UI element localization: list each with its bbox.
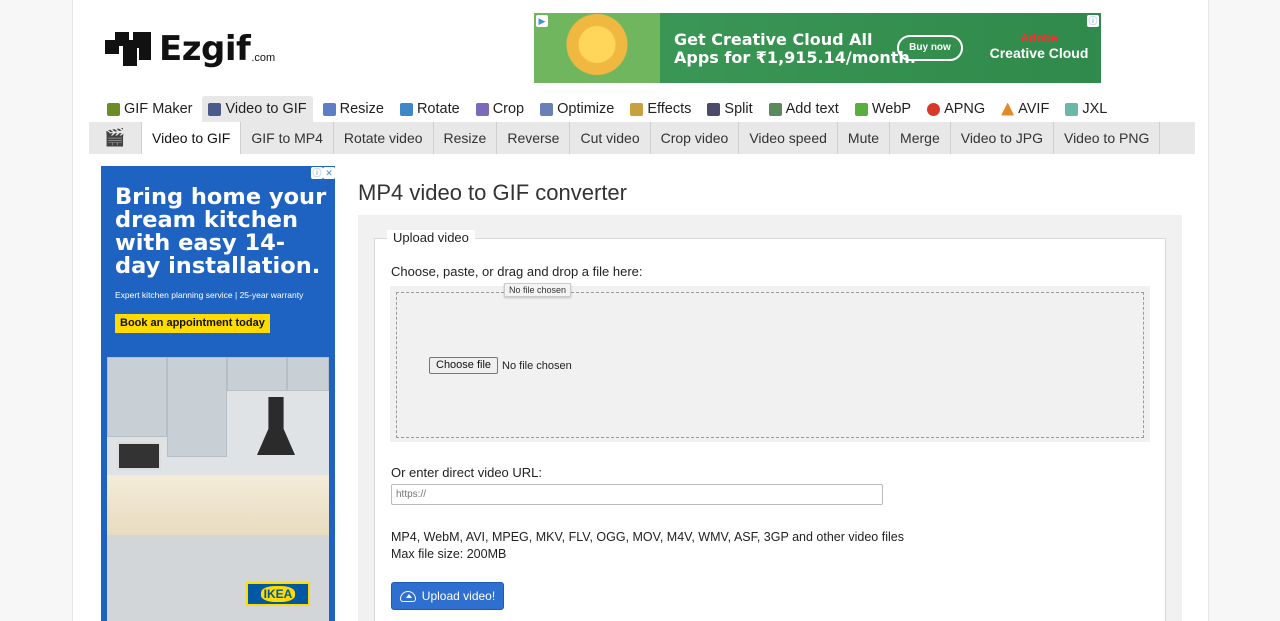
ad-headline-1: Get Creative Cloud All <box>674 30 873 49</box>
subnav-cut-video[interactable]: Cut video <box>570 122 651 154</box>
kitchen-image: IKEA <box>107 357 329 621</box>
choose-file-label: Choose, paste, or drag and drop a file h… <box>391 264 643 279</box>
effects-icon <box>630 102 644 116</box>
film-clapper-icon: 🎬 <box>104 128 126 147</box>
subnav-mute[interactable]: Mute <box>838 122 891 154</box>
crop-icon <box>475 102 489 116</box>
nav-label: Rotate <box>416 101 460 117</box>
nav-webp[interactable]: WebP <box>849 96 917 122</box>
file-input[interactable]: Choose file No file chosen <box>429 357 572 374</box>
file-tooltip: No file chosen <box>504 283 572 297</box>
ad-subtext: Expert kitchen planning service | 25-yea… <box>115 290 304 300</box>
ad-headline: Bring home your dream kitchen with easy … <box>115 184 327 279</box>
book-appointment-button[interactable]: Book an appointment today <box>115 314 270 333</box>
cloud-upload-icon <box>399 590 416 602</box>
nav-label: Effects <box>647 101 692 117</box>
nav-apng[interactable]: APNG <box>921 96 991 122</box>
nav-add-text[interactable]: Add text <box>763 96 845 122</box>
main-nav: GIF Maker Video to GIF Resize Rotate Cro… <box>101 96 1117 122</box>
rotate-icon <box>399 102 413 116</box>
jxl-icon <box>1065 102 1079 116</box>
dropzone[interactable]: Choose file No file chosen No file chose… <box>390 283 1150 442</box>
subnav-reverse[interactable]: Reverse <box>497 122 571 154</box>
choose-file-button[interactable]: Choose file <box>429 357 499 374</box>
supported-formats: MP4, WebM, AVI, MPEG, MKV, FLV, OGG, MOV… <box>391 529 904 563</box>
nav-label: WebP <box>871 101 912 117</box>
nav-effects[interactable]: Effects <box>624 96 697 122</box>
top-banner-ad[interactable]: ▶ ⓘ Get Creative Cloud All Apps for ₹1,9… <box>534 13 1101 83</box>
subnav-video-to-jpg[interactable]: Video to JPG <box>951 122 1054 154</box>
url-label: Or enter direct video URL: <box>391 465 543 480</box>
buy-now-button[interactable]: Buy now <box>897 35 963 61</box>
nav-jxl[interactable]: JXL <box>1059 96 1113 122</box>
logo-text: Ezgif <box>159 29 251 69</box>
nav-avif[interactable]: AVIF <box>995 96 1055 122</box>
subnav-merge[interactable]: Merge <box>890 122 951 154</box>
upload-fieldset: Upload video Choose, paste, or drag and … <box>374 230 1166 621</box>
side-banner-ad[interactable]: ⓘ ✕ Bring home your dream kitchen with e… <box>101 166 335 621</box>
nav-label: Crop <box>492 101 525 117</box>
nav-label: Add text <box>785 101 839 117</box>
nav-crop[interactable]: Crop <box>470 96 530 122</box>
ikea-logo: IKEA <box>246 582 310 606</box>
optimize-icon <box>540 102 554 116</box>
ad-choices-icon[interactable]: ▶ <box>536 15 548 27</box>
nav-label: Video to GIF <box>225 101 307 117</box>
upload-video-button[interactable]: Upload video! <box>391 582 504 610</box>
avif-icon <box>1001 102 1015 116</box>
file-status: No file chosen <box>502 359 572 372</box>
page: Ezgif .com ▶ ⓘ Get Creative Cloud All Ap… <box>72 0 1209 621</box>
video-url-input[interactable] <box>391 484 883 505</box>
ad-brand-bottom: Creative Cloud <box>989 45 1089 61</box>
nav-label: Split <box>724 101 753 117</box>
logo-suffix: .com <box>251 52 276 64</box>
apng-icon <box>927 102 941 116</box>
ad-headline-2: Apps for ₹1,915.14/month. <box>674 48 916 67</box>
subnav-crop-video[interactable]: Crop video <box>651 122 740 154</box>
video-to-gif-icon <box>208 102 222 116</box>
nav-split[interactable]: Split <box>701 96 758 122</box>
site-logo[interactable]: Ezgif .com <box>105 26 275 66</box>
split-icon <box>707 102 721 116</box>
nav-rotate[interactable]: Rotate <box>394 96 466 122</box>
nav-optimize[interactable]: Optimize <box>534 96 620 122</box>
subnav-resize[interactable]: Resize <box>434 122 498 154</box>
nav-label: Resize <box>339 101 384 117</box>
page-title: MP4 video to GIF converter <box>358 180 627 205</box>
ad-info-icon[interactable]: ⓘ <box>311 167 323 179</box>
subnav-video-to-gif[interactable]: Video to GIF <box>141 122 242 154</box>
logo-mark-icon <box>105 26 153 66</box>
upload-panel: Upload video Choose, paste, or drag and … <box>358 215 1182 621</box>
nav-label: GIF Maker <box>124 101 193 117</box>
ad-brand-top: Adobe <box>1020 31 1058 45</box>
subnav-gif-to-mp4[interactable]: GIF to MP4 <box>241 122 334 154</box>
gif-maker-icon <box>107 102 120 116</box>
upload-button-label: Upload video! <box>421 589 496 603</box>
nav-label: JXL <box>1082 101 1108 117</box>
nav-label: APNG <box>944 101 986 117</box>
add-text-icon <box>768 102 782 116</box>
nav-label: Optimize <box>557 101 615 117</box>
webp-icon <box>854 102 868 116</box>
nav-resize[interactable]: Resize <box>317 96 390 122</box>
fieldset-legend: Upload video <box>387 230 475 245</box>
nav-label: AVIF <box>1018 101 1050 117</box>
subnav-video-speed[interactable]: Video speed <box>739 122 838 154</box>
subnav-rotate-video[interactable]: Rotate video <box>334 122 434 154</box>
sub-nav: 🎬 Video to GIF GIF to MP4 Rotate video R… <box>89 122 1195 154</box>
max-file-size: Max file size: 200MB <box>391 547 507 561</box>
flower-image <box>534 13 660 83</box>
ad-info-icon[interactable]: ⓘ <box>1087 15 1099 27</box>
nav-video-to-gif[interactable]: Video to GIF <box>202 96 313 122</box>
subnav-video-to-png[interactable]: Video to PNG <box>1054 122 1161 154</box>
ad-close-icon[interactable]: ✕ <box>323 167 335 179</box>
nav-gif-maker[interactable]: GIF Maker <box>101 96 198 122</box>
dropzone-border[interactable]: Choose file No file chosen <box>396 292 1144 438</box>
resize-icon <box>322 102 336 116</box>
formats-list: MP4, WebM, AVI, MPEG, MKV, FLV, OGG, MOV… <box>391 530 904 544</box>
